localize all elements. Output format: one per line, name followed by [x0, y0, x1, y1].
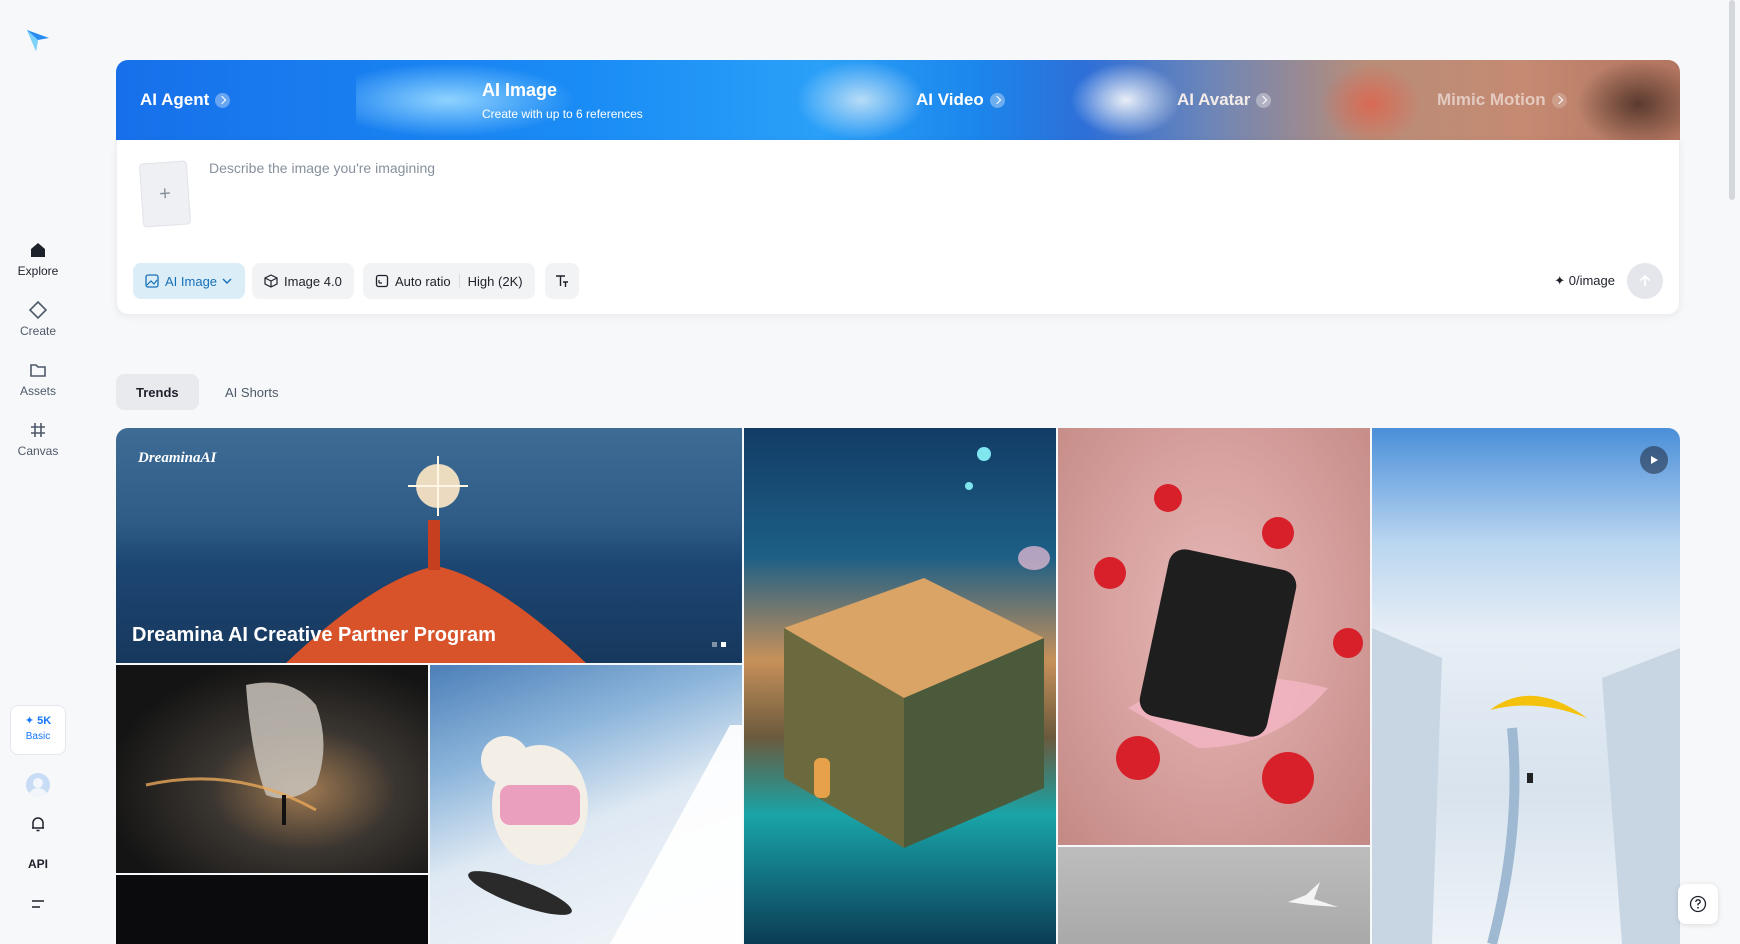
nav-create[interactable]: Create — [0, 300, 76, 338]
ratio-quality-select[interactable]: Auto ratio High (2K) — [363, 263, 535, 299]
tab-trends[interactable]: Trends — [116, 374, 199, 410]
credits-value: ✦ 5K — [24, 715, 52, 727]
polar-bear-artwork — [468, 725, 742, 944]
avatar-artwork — [1066, 60, 1186, 140]
banner-avatar-label: AI Avatar — [1177, 90, 1251, 109]
plus-icon: + — [158, 182, 172, 205]
banner-mimic-motion[interactable]: Mimic Motion — [1437, 60, 1567, 140]
quality-label: High (2K) — [467, 273, 523, 289]
nav-assets[interactable]: Assets — [0, 360, 76, 398]
banner-mimic-label: Mimic Motion — [1437, 90, 1546, 109]
banner-agent-label: AI Agent — [140, 90, 210, 109]
gallery-item-sculpture[interactable] — [116, 665, 428, 873]
aspect-ratio-icon — [375, 274, 389, 288]
send-button[interactable] — [1627, 263, 1663, 299]
home-icon — [31, 243, 45, 257]
video-artwork — [796, 60, 926, 140]
scrollbar[interactable] — [1729, 0, 1735, 200]
nav-canvas[interactable]: Canvas — [0, 420, 76, 458]
divider — [458, 274, 460, 288]
api-label: API — [27, 857, 48, 871]
bird-artwork — [1288, 882, 1338, 907]
mimic-artwork — [1316, 60, 1426, 140]
underwater-artwork — [784, 447, 1050, 848]
banner-ai-image[interactable]: AI Image Create with up to 6 references — [482, 60, 643, 140]
chevron-right-icon — [989, 92, 1005, 108]
nav-label: Explore — [17, 264, 59, 278]
hero-watermark: DreaminaAI — [138, 450, 217, 466]
nav-label: Create — [19, 324, 57, 338]
dreamina-logo-icon[interactable] — [24, 26, 52, 54]
nav-label: Canvas — [17, 444, 59, 458]
gallery-item-polar-bear[interactable] — [430, 665, 742, 944]
image-icon — [145, 274, 159, 288]
text-format-icon — [556, 275, 568, 287]
text-style-button[interactable] — [545, 263, 579, 299]
api-link[interactable]: API — [26, 852, 50, 876]
nav-explore[interactable]: Explore — [0, 240, 76, 278]
chevron-right-icon — [1256, 92, 1272, 108]
carousel-dot-active[interactable] — [721, 642, 726, 647]
bell-icon[interactable] — [26, 812, 50, 836]
menu-icon[interactable] — [26, 892, 50, 916]
cube-icon — [264, 274, 278, 288]
mode-select[interactable]: AI Image — [133, 263, 246, 299]
feature-banner: AI Agent AI Image Create with up to 6 re… — [116, 60, 1680, 140]
gallery-item-paraglider[interactable] — [1372, 428, 1680, 944]
sculpture-artwork — [145, 682, 324, 825]
hero-title: Dreamina AI Creative Partner Program — [132, 624, 496, 646]
model-label: Image 4.0 — [284, 273, 342, 289]
help-icon[interactable] — [1678, 884, 1718, 924]
tab-ai-shorts[interactable]: AI Shorts — [205, 374, 298, 410]
carousel-dot[interactable] — [712, 642, 717, 647]
mimic-figure-artwork — [1576, 60, 1680, 140]
hero-card[interactable]: DreaminaAI Dreamina AI Creative Partner … — [116, 428, 742, 663]
gallery-item-underwater-ruins[interactable] — [744, 428, 1056, 944]
chevron-down-icon — [222, 278, 232, 284]
banner-image-subtitle: Create with up to 6 references — [482, 106, 643, 121]
sidebar: Explore Create Assets Canvas ✦ 5K Basic … — [0, 0, 76, 944]
plan-label: Basic — [25, 731, 51, 742]
play-icon[interactable] — [1640, 446, 1668, 474]
arrow-up-icon — [1639, 274, 1651, 286]
gallery-item-protein-jar[interactable] — [1058, 428, 1370, 845]
protein-jar-artwork — [1094, 484, 1363, 804]
diamond-icon — [28, 300, 48, 320]
chevron-right-icon — [1551, 92, 1567, 108]
banner-ai-video[interactable]: AI Video — [916, 60, 1005, 140]
mode-label: AI Image — [165, 273, 218, 289]
chevron-right-icon — [215, 92, 231, 108]
banner-ai-agent[interactable]: AI Agent — [140, 60, 231, 140]
model-select[interactable]: Image 4.0 — [252, 263, 354, 299]
gallery-item-bubbles[interactable] — [116, 875, 428, 944]
hash-frame-icon — [31, 423, 45, 437]
paraglider-artwork — [1372, 628, 1680, 944]
folder-icon — [30, 364, 46, 377]
prompt-input[interactable] — [209, 160, 1609, 176]
ratio-label: Auto ratio — [395, 273, 451, 289]
nav-label: Assets — [19, 384, 56, 398]
gallery-item-bird[interactable] — [1058, 847, 1370, 944]
cost-per-image: ✦ 0/image — [1554, 273, 1615, 288]
prompt-card: + AI Image Image 4.0 Auto ratio High (2K… — [116, 140, 1680, 315]
add-reference-button[interactable]: + — [138, 160, 192, 228]
avatar[interactable] — [26, 773, 50, 797]
banner-image-label: AI Image — [482, 79, 558, 100]
banner-video-label: AI Video — [916, 90, 984, 109]
carousel-dots[interactable] — [712, 642, 726, 647]
credits-badge[interactable]: ✦ 5K Basic — [10, 705, 66, 755]
banner-ai-avatar[interactable]: AI Avatar — [1177, 60, 1272, 140]
